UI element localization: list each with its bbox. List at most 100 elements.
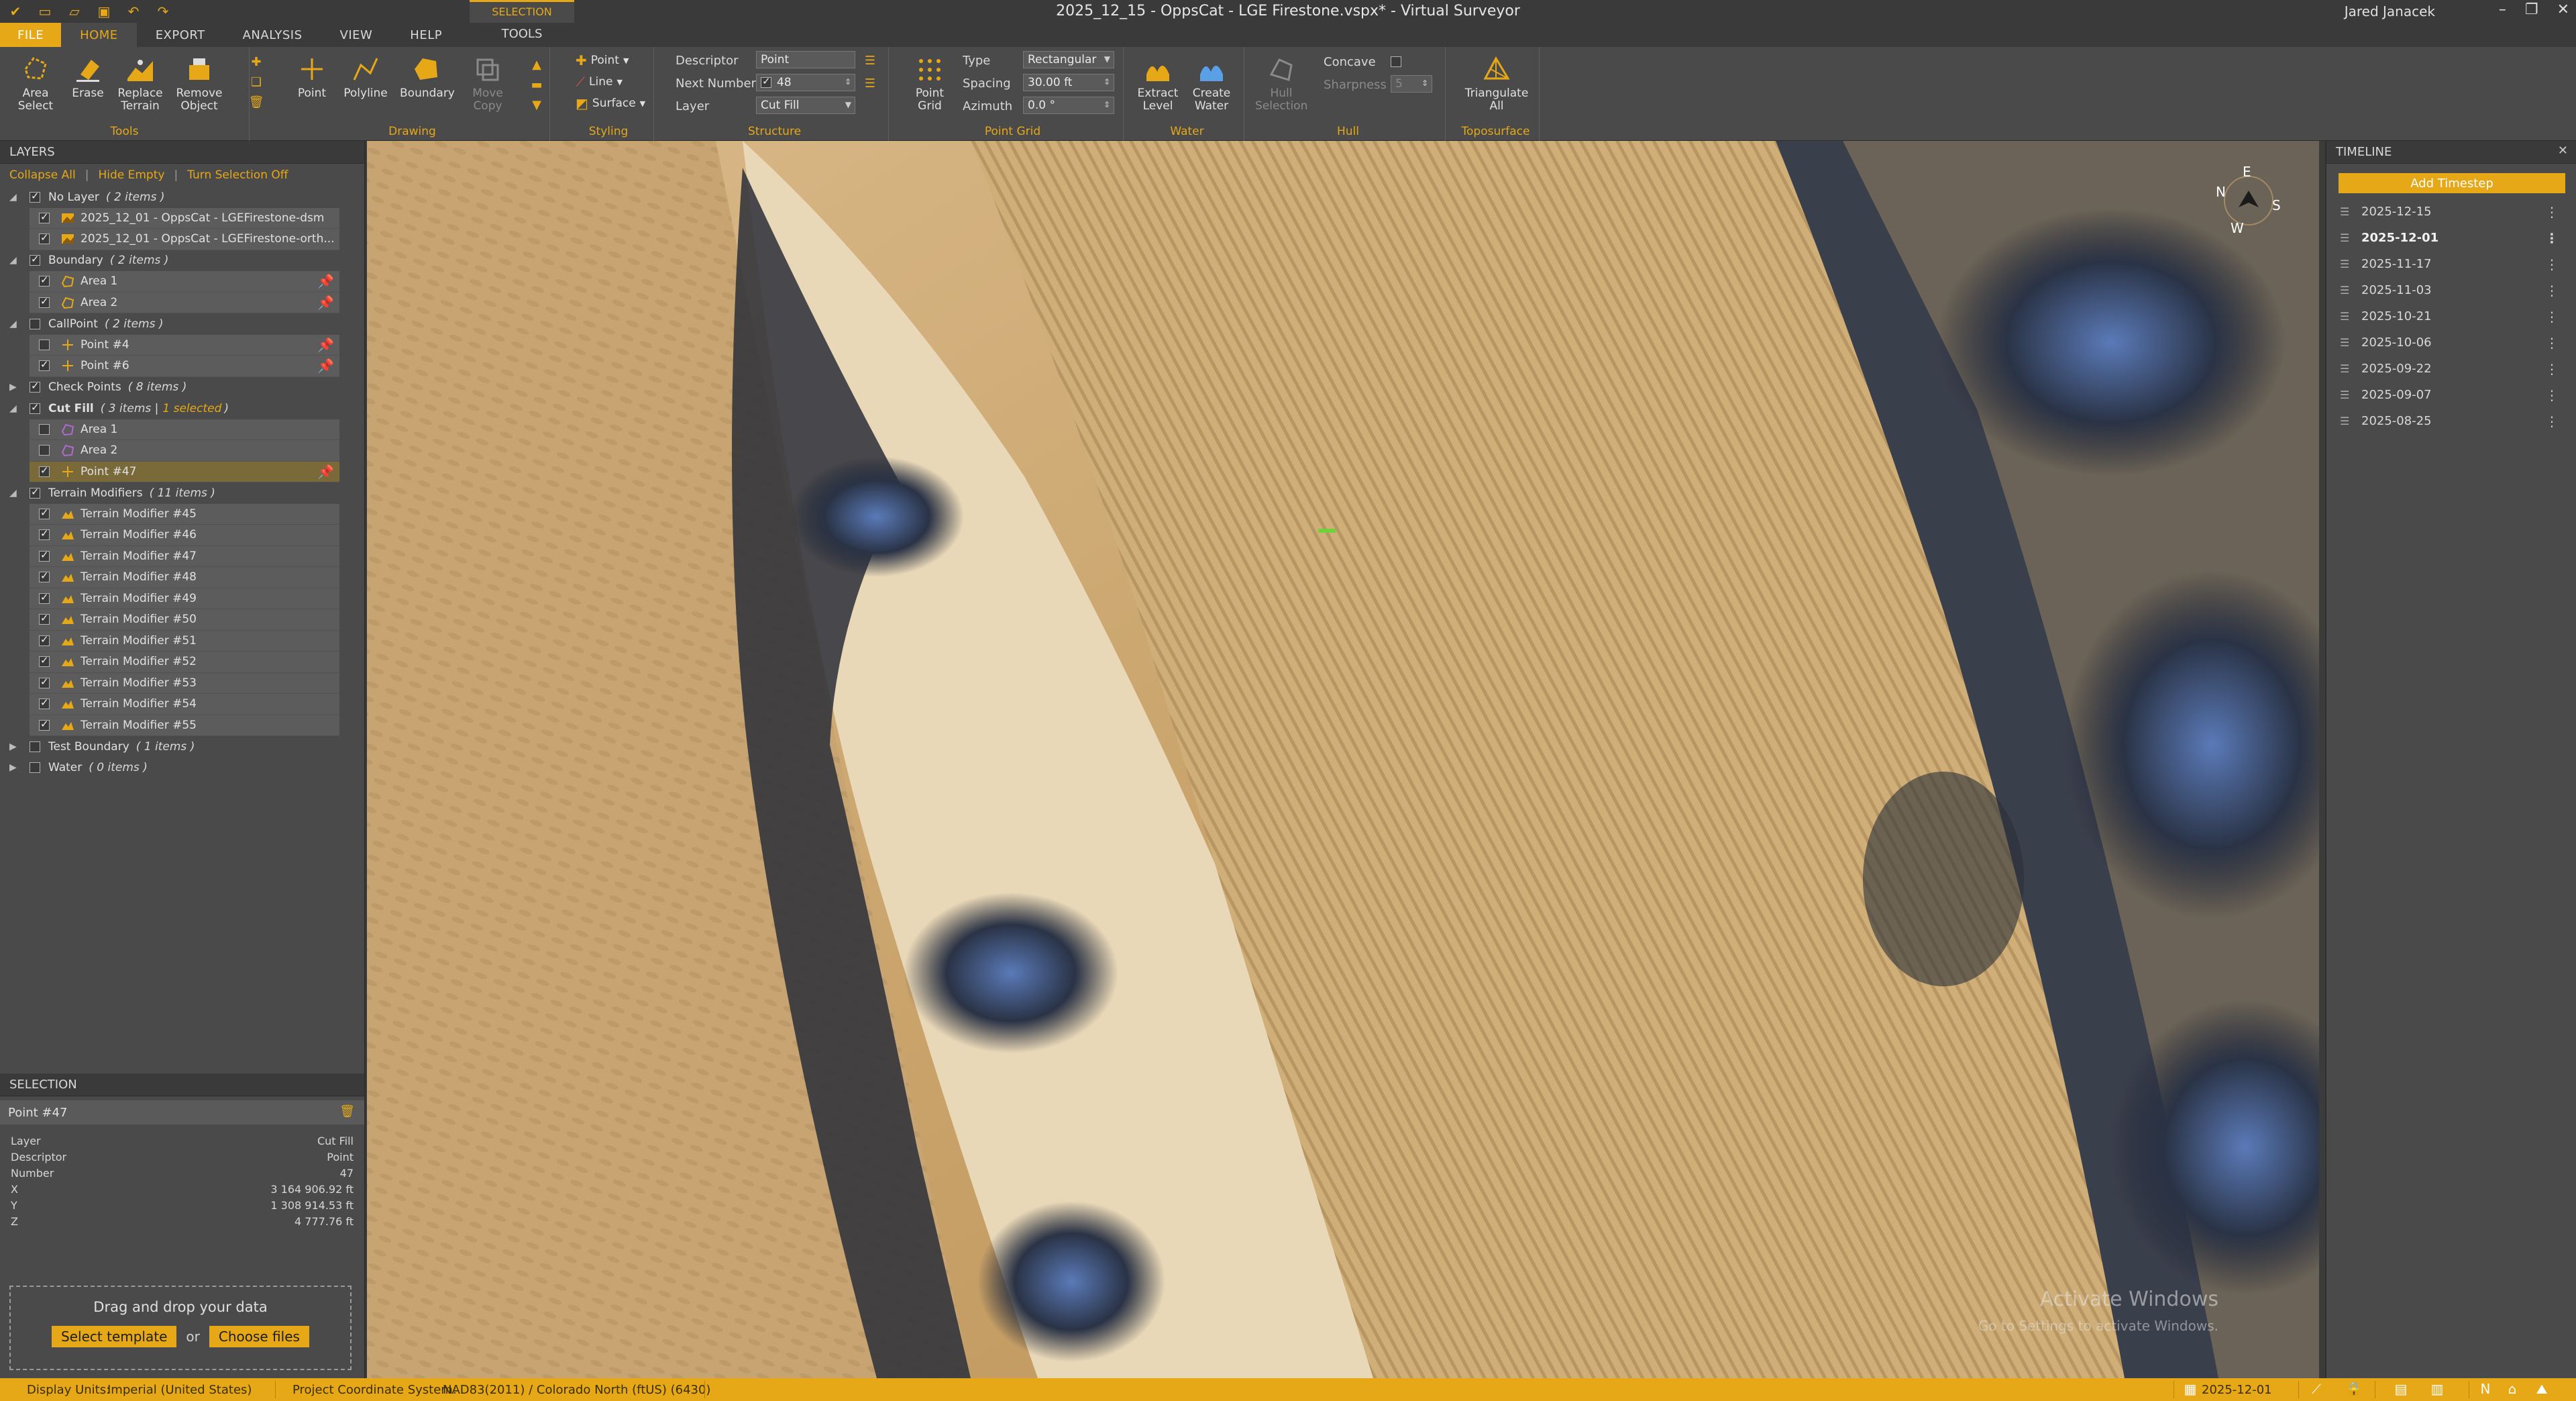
- timestep-item[interactable]: ☰ 2025-10-06 ⋮: [2326, 329, 2576, 356]
- drag-handle-icon[interactable]: ☰: [2340, 258, 2349, 270]
- select-template-button[interactable]: Select template: [52, 1326, 177, 1347]
- expand-icon[interactable]: ▶: [9, 382, 17, 393]
- expand-icon[interactable]: ▶: [9, 741, 17, 752]
- sharpness-input[interactable]: 5 ⇕: [1391, 75, 1432, 93]
- layer-visibility-checkbox[interactable]: [30, 741, 40, 752]
- more-options-icon[interactable]: ⋮: [2545, 387, 2559, 403]
- collapse-icon[interactable]: ◢: [9, 403, 17, 414]
- tab-file[interactable]: FILE: [0, 23, 62, 47]
- layer-group[interactable]: ◢ Terrain Modifiers ( 11 items ): [0, 482, 364, 504]
- drag-handle-icon[interactable]: ☰: [2340, 388, 2349, 401]
- save-icon[interactable]: ▣: [95, 3, 113, 20]
- choose-files-button[interactable]: Choose files: [209, 1326, 309, 1347]
- item-visibility-checkbox[interactable]: [39, 231, 50, 245]
- home-view-icon[interactable]: ⌂: [2504, 1381, 2521, 1398]
- layer-item[interactable]: Terrain Modifier #54: [30, 694, 339, 715]
- timestep-item[interactable]: ☰ 2025-09-07 ⋮: [2326, 382, 2576, 408]
- lock-icon[interactable]: 🔒: [2345, 1381, 2363, 1398]
- layer-group[interactable]: ▶ Water ( 0 items ): [0, 758, 364, 779]
- grid-type-select[interactable]: Rectangular ▼: [1023, 51, 1114, 68]
- hide-empty-link[interactable]: Hide Empty: [98, 168, 164, 182]
- collapse-icon[interactable]: ◢: [9, 192, 17, 203]
- descriptor-input[interactable]: Point: [756, 51, 855, 68]
- layer-group[interactable]: ▶ Check Points ( 8 items ): [0, 377, 364, 399]
- layer-item[interactable]: Terrain Modifier #47: [30, 546, 339, 567]
- more-options-icon[interactable]: ⋮: [2545, 361, 2559, 377]
- grid-azimuth-input[interactable]: 0.0 ° ⇕: [1023, 97, 1114, 114]
- layer-item[interactable]: Terrain Modifier #46: [30, 525, 339, 546]
- area-select-button[interactable]: Area Select: [9, 54, 62, 113]
- stepper-icon[interactable]: ⇕: [845, 77, 851, 87]
- user-name[interactable]: Jared Janacek: [2345, 3, 2435, 19]
- grid-view-icon[interactable]: ▤: [2392, 1381, 2410, 1398]
- item-visibility-checkbox[interactable]: [39, 423, 50, 435]
- copy-tool-icon[interactable]: ❏: [248, 74, 264, 90]
- concave-checkbox[interactable]: [1391, 56, 1401, 67]
- remove-object-button[interactable]: Remove Object: [173, 54, 225, 113]
- tab-export[interactable]: EXPORT: [137, 23, 224, 47]
- style-line-dropdown[interactable]: ⟋ Line ▼: [576, 74, 623, 90]
- stepper-icon[interactable]: ⇕: [1104, 100, 1110, 109]
- display-units-value[interactable]: Imperial (United States): [107, 1383, 252, 1397]
- erase-button[interactable]: Erase: [62, 54, 114, 100]
- item-visibility-checkbox[interactable]: [39, 718, 50, 731]
- tab-analysis[interactable]: ANALYSIS: [224, 23, 321, 47]
- layer-visibility-checkbox[interactable]: [30, 486, 40, 499]
- more-options-icon[interactable]: ⋮: [2545, 230, 2559, 246]
- layer-visibility-checkbox[interactable]: [30, 318, 40, 329]
- style-surface-dropdown[interactable]: ◩ Surface ▼: [576, 95, 645, 111]
- app-logo-icon[interactable]: ✔: [7, 3, 24, 20]
- drag-handle-icon[interactable]: ☰: [2340, 415, 2349, 427]
- delete-icon[interactable]: 🗑: [339, 1104, 355, 1119]
- 3d-viewport[interactable]: N E S W Activate Windows Go to Settings …: [367, 141, 2319, 1378]
- style-point-dropdown[interactable]: ✚ Point ▼: [576, 52, 629, 68]
- stepper-icon[interactable]: ⇕: [1421, 79, 1428, 88]
- draw-polyline-button[interactable]: Polyline: [339, 54, 392, 100]
- layer-item[interactable]: Point #4 📌: [30, 334, 339, 356]
- item-visibility-checkbox[interactable]: [39, 211, 50, 223]
- layer-item[interactable]: Area 1 📌: [30, 271, 339, 293]
- layers-view-icon[interactable]: ▥: [2428, 1381, 2446, 1398]
- drag-handle-icon[interactable]: ☰: [2340, 336, 2349, 349]
- add-timestep-button[interactable]: Add Timestep: [2339, 173, 2565, 193]
- more-options-icon[interactable]: ⋮: [2545, 256, 2559, 272]
- item-visibility-checkbox[interactable]: [39, 445, 50, 456]
- layer-item[interactable]: Terrain Modifier #55: [30, 715, 339, 736]
- timestep-item[interactable]: ☰ 2025-09-22 ⋮: [2326, 356, 2576, 382]
- measure-icon[interactable]: ⟋: [2308, 1381, 2325, 1398]
- restore-icon[interactable]: ❐: [2525, 1, 2538, 18]
- drag-handle-icon[interactable]: ☰: [2340, 231, 2349, 244]
- item-visibility-checkbox[interactable]: [39, 274, 50, 287]
- new-icon[interactable]: ▭: [36, 3, 54, 20]
- layer-group[interactable]: ◢ Cut Fill ( 3 items |1 selected): [0, 398, 364, 419]
- item-visibility-checkbox[interactable]: [39, 507, 50, 519]
- draw-point-button[interactable]: Point: [286, 54, 338, 100]
- layer-item[interactable]: Terrain Modifier #53: [30, 672, 339, 694]
- layer-up-icon[interactable]: ▲: [529, 56, 545, 72]
- list-icon[interactable]: ☰: [862, 52, 878, 68]
- crs-value[interactable]: NAD83(2011) / Colorado North (ftUS) (643…: [443, 1383, 710, 1397]
- create-water-button[interactable]: Create Water: [1185, 54, 1238, 113]
- open-icon[interactable]: ▱: [66, 3, 83, 20]
- item-visibility-checkbox[interactable]: [39, 339, 50, 350]
- layer-group[interactable]: ▶ Test Boundary ( 1 items ): [0, 736, 364, 758]
- item-visibility-checkbox[interactable]: [39, 527, 50, 541]
- timestep-item[interactable]: ☰ 2025-10-21 ⋮: [2326, 303, 2576, 329]
- layer-visibility-checkbox[interactable]: [30, 762, 40, 774]
- layer-visibility-checkbox[interactable]: [30, 190, 40, 203]
- tab-home[interactable]: HOME: [61, 23, 137, 47]
- layer-visibility-checkbox[interactable]: [30, 401, 40, 414]
- more-options-icon[interactable]: ⋮: [2545, 204, 2559, 220]
- drag-handle-icon[interactable]: ☰: [2340, 284, 2349, 297]
- turn-selection-off-link[interactable]: Turn Selection Off: [187, 168, 288, 182]
- camera-mode-icon[interactable]: ⛰: [2533, 1381, 2551, 1398]
- layer-item[interactable]: Area 2: [30, 440, 339, 462]
- expand-icon[interactable]: ▶: [9, 762, 17, 773]
- tab-selection-tools[interactable]: TOOLS: [470, 27, 574, 41]
- layer-item[interactable]: Terrain Modifier #48: [30, 567, 339, 588]
- tab-view[interactable]: VIEW: [321, 23, 392, 47]
- layer-visibility-checkbox[interactable]: [30, 380, 40, 393]
- layer-item[interactable]: Terrain Modifier #51: [30, 630, 339, 652]
- item-visibility-checkbox[interactable]: [39, 295, 50, 308]
- north-icon[interactable]: N: [2477, 1381, 2494, 1398]
